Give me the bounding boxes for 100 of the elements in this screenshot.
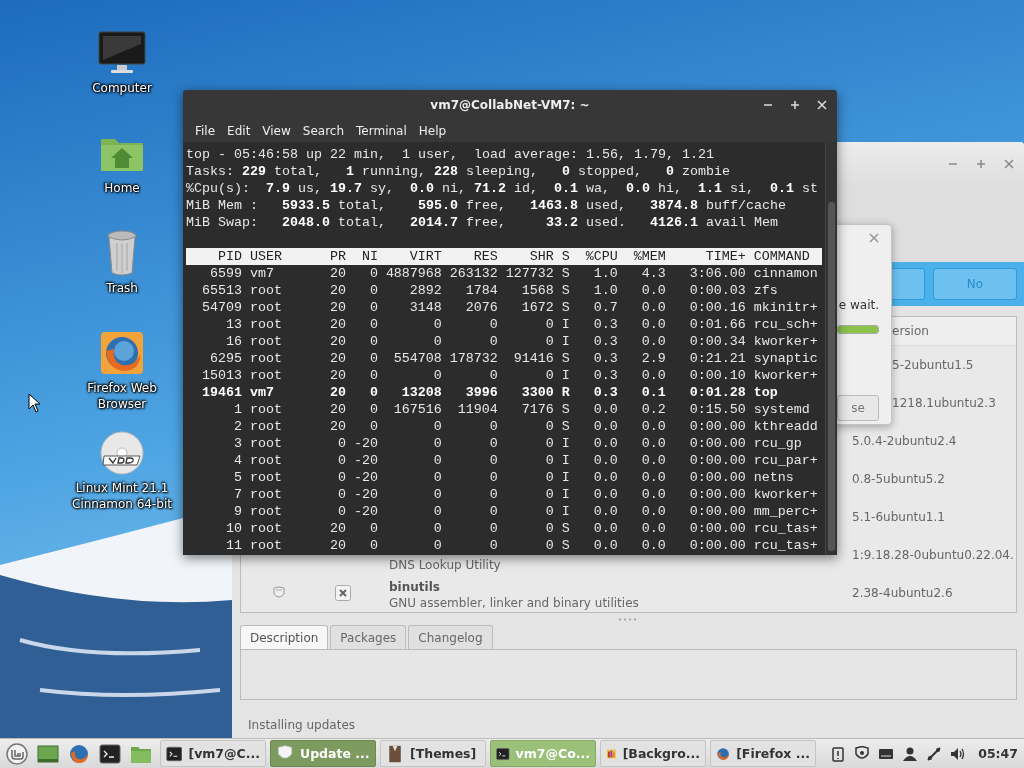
table-cell-text: root — [249, 486, 283, 503]
terminal-icon[interactable] — [99, 742, 121, 765]
table-cell-text: 0.0 — [592, 452, 618, 469]
table-cell-text: 0.3 — [592, 350, 618, 367]
tab[interactable]: Description — [240, 625, 329, 649]
mint-logo-icon[interactable] — [6, 742, 28, 765]
taskbar-window-button[interactable]: [Firefox ... — [710, 740, 816, 767]
table-cell-text: 20 — [328, 299, 346, 316]
menu-item[interactable]: Help — [412, 124, 453, 138]
table-cell-text: 1784 — [464, 282, 498, 299]
taskbar-window-button[interactable]: [Backgro... — [600, 740, 706, 767]
table-cell-text: vm7 — [249, 384, 275, 401]
table-cell-text: 0.0 — [640, 282, 666, 299]
shield-icon — [273, 586, 285, 600]
table-cell-text: 20 — [328, 367, 346, 384]
table-cell-text: zfs — [753, 282, 779, 299]
menu-item[interactable]: Terminal — [350, 124, 413, 138]
menu-item[interactable]: Edit — [221, 124, 257, 138]
table-cell-text: 15013 — [201, 367, 242, 384]
package-version: 1218.1ubuntu2.3 — [892, 396, 996, 410]
taskbar-window-button[interactable]: [Themes] — [380, 740, 486, 767]
clipboard-icon[interactable] — [830, 745, 847, 762]
table-cell-text: 0:00.03 — [688, 282, 746, 299]
summary-line: MiB Mem : 5933.5 total, 595.0 free, 1463.8 used, 3874.8 buff/cache — [186, 197, 787, 214]
table-cell-text: 0 — [544, 452, 554, 469]
trash-icon — [105, 229, 139, 277]
table-cell-text: 1.0 — [592, 265, 618, 282]
table-cell: R — [561, 384, 570, 401]
table-cell-text: 0.0 — [640, 333, 666, 350]
table-cell-text: 0 — [544, 486, 554, 503]
table-cell-text: 20 — [328, 333, 346, 350]
package-version: 5-2ubuntu1.5 — [892, 358, 974, 372]
table-cell-text: 0.2 — [640, 401, 666, 418]
taskbar-window-button[interactable]: [vm7@C... — [160, 740, 266, 767]
menu-item[interactable]: File — [189, 124, 222, 138]
table-cell-text: 0 — [368, 418, 378, 435]
table-cell: 263132 — [449, 265, 498, 282]
table-cell-text: 1672 — [520, 299, 554, 316]
table-cell-text: 0 — [544, 435, 554, 452]
table-cell: -20 — [353, 452, 378, 469]
table-cell-text: root — [249, 401, 283, 418]
desktop-icon-label[interactable]: Home — [104, 180, 140, 196]
table-cell-text: 0 — [336, 452, 346, 469]
table-cell-text: 167516 — [392, 401, 442, 418]
table-cell-text: 0.0 — [592, 520, 618, 537]
table-cell-text: root — [249, 418, 283, 435]
mouse-pointer-icon — [28, 393, 41, 413]
table-cell-text: 0.7 — [592, 299, 618, 316]
table-cell: S — [561, 520, 570, 537]
table-cell-text: root — [249, 435, 283, 452]
table-cell-text: 0.0 — [592, 469, 618, 486]
table-cell-text: 10 — [225, 520, 242, 537]
table-cell-text: 20 — [328, 537, 346, 554]
table-cell-text: 0 — [368, 537, 378, 554]
table-cell-text: 4 — [233, 452, 242, 469]
table-cell-text: 0 — [336, 486, 346, 503]
summary-line: Tasks: 229 total, 1 running, 228 sleeping, 0 stopped, 0 zombie — [186, 163, 731, 180]
checkbox[interactable] — [335, 585, 351, 601]
firefox-icon[interactable] — [68, 742, 90, 765]
table-cell-text: 0 — [368, 316, 378, 333]
table-cell-text: 65513 — [201, 282, 242, 299]
shield-icon[interactable] — [854, 745, 871, 762]
table-cell-text: 2076 — [464, 299, 498, 316]
table-cell: I — [561, 469, 570, 486]
menu-item[interactable]: Search — [296, 124, 351, 138]
table-cell: S — [561, 350, 570, 367]
table-cell-text: 6599 — [209, 265, 242, 282]
splitter-handle-icon[interactable] — [618, 617, 638, 621]
desktop-icon[interactable] — [37, 742, 59, 765]
clock[interactable]: 05:47 — [978, 746, 1018, 761]
table-cell-text: 0 — [432, 367, 442, 384]
table-cell: -20 — [353, 469, 378, 486]
table-cell-text: mm_perc+ — [753, 503, 819, 520]
table-cell-text: root — [249, 469, 283, 486]
summary-line: top - 05:46:58 up 22 min, 1 user, load average: 1.56, 1.79, 1.21 — [186, 146, 715, 163]
table-cell-text: 0.0 — [592, 418, 618, 435]
table-cell-text: 0 — [488, 486, 498, 503]
table-cell-text: 20 — [328, 316, 346, 333]
table-cell-text: rcu_sch+ — [753, 316, 819, 333]
table-cell-text: 0 — [432, 486, 442, 503]
table-cell-text: root — [249, 520, 283, 537]
column-header[interactable]: ersion — [892, 324, 929, 338]
menu-item[interactable]: View — [256, 124, 297, 138]
table-cell-text: 0 — [368, 384, 378, 401]
table-cell-text: top — [753, 384, 779, 401]
network-icon[interactable] — [926, 745, 943, 762]
table-cell-text: 0.1 — [640, 384, 666, 401]
desktop-icon-label[interactable]: Computer — [92, 80, 152, 96]
scrollbar-thumb[interactable] — [828, 202, 835, 551]
table-cell-text: root — [249, 367, 283, 384]
tab[interactable]: Changelog — [408, 625, 493, 649]
dialog-button[interactable]: se — [837, 395, 879, 421]
table-cell-text: 0 — [432, 469, 442, 486]
user-icon[interactable] — [902, 745, 919, 762]
table-cell-text: 2 — [233, 418, 242, 435]
tab[interactable]: Packages — [330, 625, 407, 649]
table-cell-text: 16 — [225, 333, 242, 350]
table-cell-text: 0.0 — [640, 299, 666, 316]
table-cell-text: 0 — [368, 265, 378, 282]
themes-icon — [386, 744, 404, 763]
